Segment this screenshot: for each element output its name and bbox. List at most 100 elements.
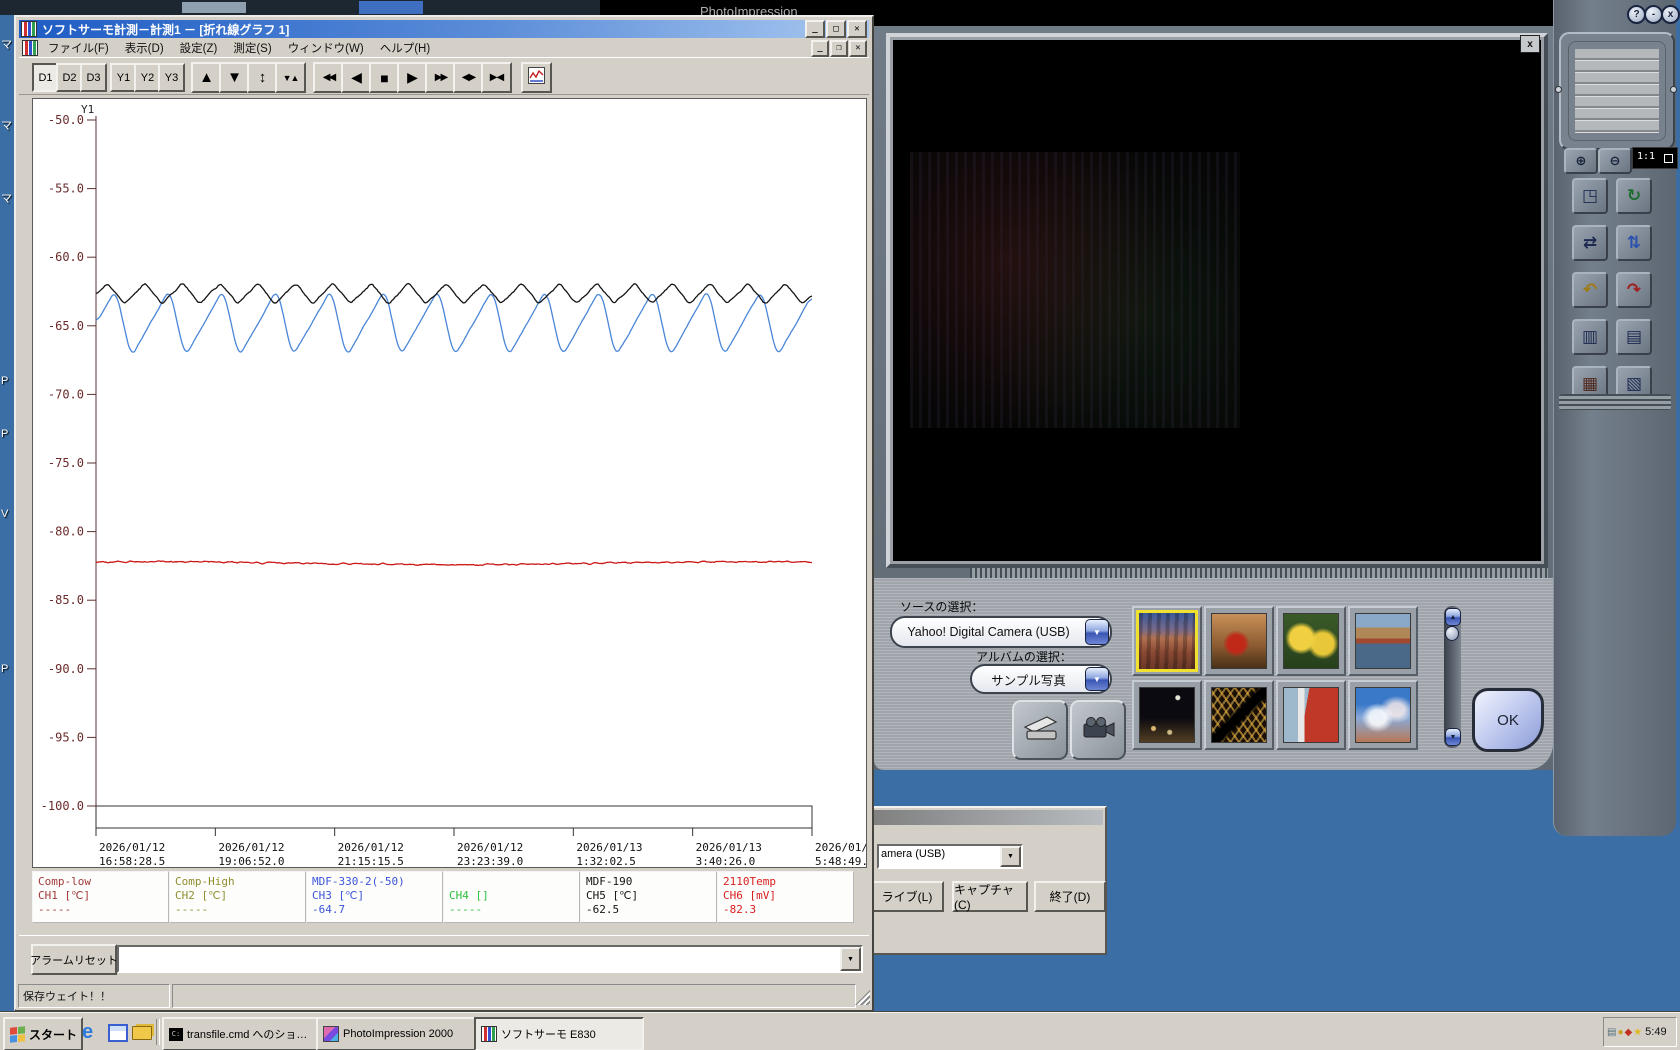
- desktop-icon-label-fragment[interactable]: マ: [1, 117, 12, 133]
- toolbar-forward-button[interactable]: ▶: [397, 62, 428, 93]
- desktop-icon-label-fragment[interactable]: P: [1, 428, 8, 440]
- alarm-dropdown-icon[interactable]: ▼: [840, 947, 861, 971]
- thumbnail-rock-spires[interactable]: [1132, 606, 1202, 676]
- capture-source-dropdown-icon[interactable]: ▼: [1000, 846, 1021, 867]
- tray-update-icon[interactable]: ★: [1633, 1027, 1642, 1038]
- ok-button[interactable]: OK: [1472, 688, 1544, 752]
- thumbnail-harbor[interactable]: [1348, 606, 1418, 676]
- task-transfile[interactable]: C: transfile.cmd へのショート...: [162, 1017, 324, 1050]
- resize-grip[interactable]: [855, 990, 870, 1005]
- album-dropdown-icon[interactable]: ▼: [1085, 667, 1109, 691]
- tray-clock[interactable]: 5:49: [1645, 1026, 1666, 1038]
- toolbar-collapse-button[interactable]: ▶◀: [481, 62, 512, 93]
- task-softthermo[interactable]: ソフトサーモ E830: [474, 1017, 644, 1050]
- toolbar-y3-button[interactable]: Y3: [158, 63, 185, 92]
- properties-button[interactable]: ▧: [1616, 366, 1652, 402]
- scroll-down-icon[interactable]: ▼: [1445, 728, 1461, 746]
- thermo-titlebar[interactable]: ソフトサーモ計測－計測1 － [折れ線グラフ 1] _ □ ✕: [19, 20, 869, 38]
- toolbar-d1-button[interactable]: D1: [32, 63, 59, 92]
- desktop-icon-label-fragment[interactable]: マ: [1, 190, 12, 206]
- folder-quicklaunch-icon[interactable]: [132, 1026, 152, 1040]
- source-dropdown-icon[interactable]: ▼: [1085, 619, 1109, 645]
- toolbar-y2-button[interactable]: Y2: [134, 63, 161, 92]
- tray-alert-icon[interactable]: ◆: [1625, 1027, 1633, 1038]
- source-select-value: Yahoo! Digital Camera (USB): [907, 625, 1070, 639]
- fit-to-window-button[interactable]: ◳: [1572, 178, 1608, 214]
- thumbnail-cardinal[interactable]: [1204, 606, 1274, 676]
- redo-button[interactable]: ↷: [1616, 272, 1652, 308]
- live-button[interactable]: ライブ(L): [870, 881, 944, 912]
- start-button[interactable]: スタート: [3, 1017, 83, 1050]
- svg-text:1:32:02.5: 1:32:02.5: [576, 855, 636, 867]
- minimize-button[interactable]: _: [805, 20, 825, 38]
- toolbar-d2-button[interactable]: D2: [56, 63, 83, 92]
- svg-text:2026/01/13: 2026/01/13: [696, 841, 762, 854]
- alarm-reset-button[interactable]: アラームリセット: [30, 944, 118, 975]
- zoom-in-button[interactable]: ⊕: [1564, 148, 1598, 174]
- thumbnail-lighthouse[interactable]: [1276, 680, 1346, 750]
- toolbar-scroll-up-button[interactable]: ▲: [191, 62, 222, 93]
- capture-button[interactable]: キャプチャ(C): [952, 881, 1028, 912]
- tray-volume-icon[interactable]: ●: [1617, 1027, 1623, 1038]
- maximize-button[interactable]: □: [826, 20, 846, 38]
- toolbar-back-button[interactable]: ◀: [341, 62, 372, 93]
- capture-dialog-titlebar[interactable]: [869, 810, 1103, 825]
- thumbnail-yellow-flowers[interactable]: [1276, 606, 1346, 676]
- zoom-out-button[interactable]: ⊖: [1598, 148, 1632, 174]
- camcorder-source-button[interactable]: [1070, 700, 1126, 760]
- preview-close-icon[interactable]: x: [1520, 35, 1540, 53]
- menu-view[interactable]: 表示(D): [125, 40, 164, 56]
- exit-button[interactable]: 終了(D): [1034, 881, 1106, 912]
- minimize-button[interactable]: -: [1644, 5, 1663, 24]
- toolbar-y1-button[interactable]: Y1: [110, 63, 137, 92]
- toolbar-expand-button[interactable]: ◀▶: [453, 62, 484, 93]
- desktop-icon-label-fragment[interactable]: マ: [1, 36, 12, 52]
- flip-vertical-button[interactable]: ⇅: [1616, 225, 1652, 261]
- toolbar-d3-button[interactable]: D3: [80, 63, 107, 92]
- toolbar-rewind-button[interactable]: ◀◀: [313, 62, 344, 93]
- close-button[interactable]: ✕: [847, 20, 867, 38]
- copy-icon: ▥: [1581, 327, 1599, 346]
- toolbar-scroll-down-button[interactable]: ▼: [219, 62, 250, 93]
- menu-settings[interactable]: 設定(Z): [180, 40, 218, 56]
- source-select-combobox[interactable]: Yahoo! Digital Camera (USB) ▼: [890, 616, 1112, 648]
- paste-button[interactable]: ▤: [1616, 319, 1652, 355]
- scrollbar-thumb[interactable]: [1445, 626, 1459, 641]
- toolbar-scroll-both-button[interactable]: ↕: [247, 62, 278, 93]
- rotate-button[interactable]: ↻: [1616, 178, 1652, 214]
- close-button[interactable]: x: [1661, 5, 1680, 24]
- mdi-restore-button[interactable]: ❐: [830, 39, 848, 57]
- thumbnail-scrollbar[interactable]: ▲ ▼: [1444, 606, 1461, 748]
- toolbar-stop-button[interactable]: ■: [369, 62, 400, 93]
- window-quicklaunch-icon[interactable]: [108, 1024, 128, 1042]
- mdi-minimize-button[interactable]: _: [811, 39, 829, 57]
- thumbnail-night-city[interactable]: [1132, 680, 1202, 750]
- menu-measure[interactable]: 測定(S): [233, 40, 271, 56]
- toolbar-fast-forward-button[interactable]: ▶▶: [425, 62, 456, 93]
- help-button[interactable]: ?: [1627, 5, 1646, 24]
- mdi-close-button[interactable]: ✕: [849, 39, 867, 57]
- print-button[interactable]: ▦: [1572, 366, 1608, 402]
- capture-source-combobox[interactable]: amera (USB) ▼: [877, 844, 1023, 869]
- undo-button[interactable]: ↶: [1572, 272, 1608, 308]
- toolbar-hourglass-button[interactable]: ▼▲: [275, 62, 306, 93]
- desktop-icon-label-fragment[interactable]: P: [1, 663, 8, 675]
- copy-button[interactable]: ▥: [1572, 319, 1608, 355]
- scanner-source-button[interactable]: [1012, 700, 1068, 760]
- thumbnail-sky[interactable]: [1348, 680, 1418, 750]
- album-select-combobox[interactable]: サンプル写真 ▼: [970, 664, 1112, 694]
- flip-horizontal-button[interactable]: ⇄: [1572, 225, 1608, 261]
- task-photoimpression[interactable]: PhotoImpression 2000: [316, 1017, 482, 1050]
- tray-device-icon[interactable]: ▤: [1607, 1027, 1616, 1038]
- toolbar-graph-button[interactable]: [521, 62, 552, 93]
- thumbnail-light-weave[interactable]: [1204, 680, 1274, 750]
- menu-file[interactable]: ファイル(F): [48, 40, 109, 56]
- menu-window[interactable]: ウィンドウ(W): [288, 40, 364, 56]
- alarm-combobox[interactable]: ▼: [117, 945, 863, 973]
- menu-help[interactable]: ヘルプ(H): [380, 40, 430, 56]
- scroll-up-icon[interactable]: ▲: [1445, 608, 1461, 626]
- desktop-icon-label-fragment[interactable]: V: [1, 508, 8, 520]
- desktop-icon-label-fragment[interactable]: P: [1, 375, 8, 387]
- legend-ch6: 2110Temp CH6 [mV] -82.3: [717, 871, 854, 923]
- ie-quicklaunch-icon[interactable]: e: [82, 1021, 102, 1043]
